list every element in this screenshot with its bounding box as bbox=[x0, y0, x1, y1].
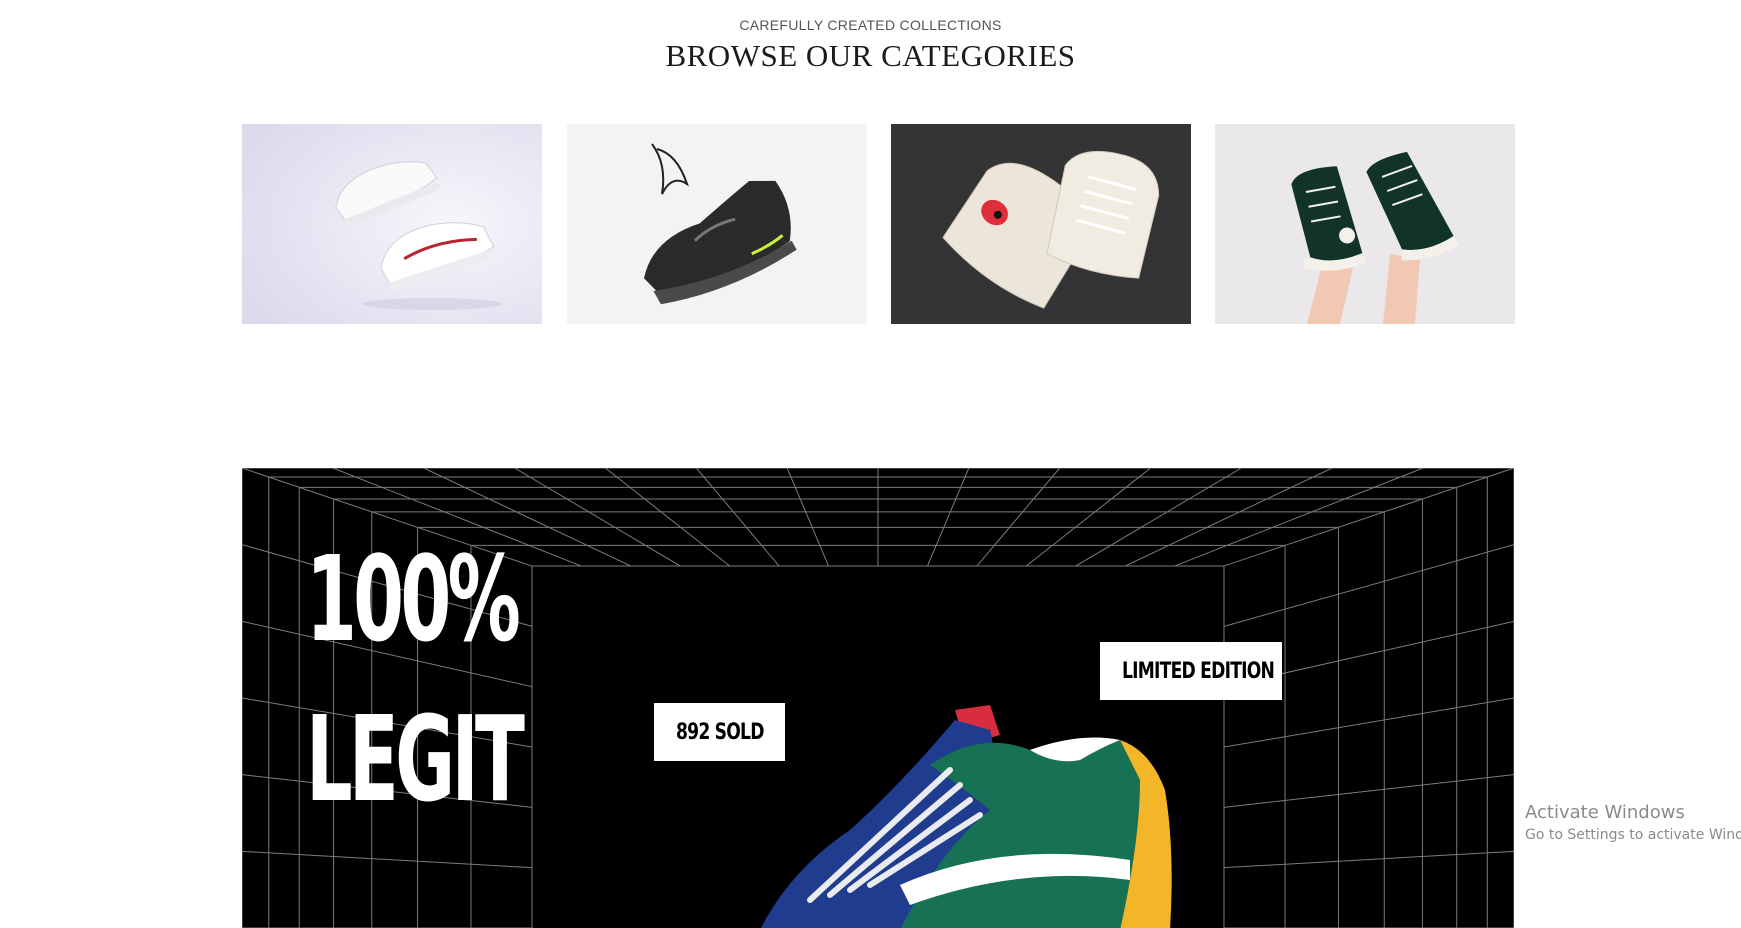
categories-title: BROWSE OUR CATEGORIES bbox=[665, 38, 1076, 73]
black-running-shoe-image bbox=[567, 124, 867, 324]
category-tile-black-running-shoe[interactable] bbox=[567, 124, 867, 324]
colorblock-vans-sneaker-image bbox=[761, 705, 1172, 928]
category-tile-green-high-top-converse[interactable] bbox=[1215, 124, 1515, 324]
category-tile-cream-converse-hearts[interactable] bbox=[891, 124, 1191, 324]
categories-eyebrow: CAREFULLY CREATED COLLECTIONS bbox=[739, 17, 1002, 33]
promo-headline-line1: 100% bbox=[306, 530, 521, 668]
category-tile-white-sneakers[interactable] bbox=[242, 124, 542, 324]
badge-limited-edition-label: LIMITED EDITION bbox=[1122, 658, 1275, 684]
watermark-line1: Activate Windows bbox=[1525, 802, 1685, 823]
white-sneakers-image bbox=[242, 124, 542, 324]
promo-headline-line2: LEGIT bbox=[306, 690, 525, 828]
promo-banner[interactable]: 100% LEGIT 892 SOLD LIMITED EDITION bbox=[242, 468, 1514, 928]
cream-converse-hearts-image bbox=[891, 124, 1191, 324]
watermark-line2: Go to Settings to activate Windo bbox=[1525, 827, 1741, 843]
green-high-top-converse-image bbox=[1215, 124, 1515, 324]
activate-windows-watermark: Activate Windows Go to Settings to activ… bbox=[1525, 802, 1741, 843]
